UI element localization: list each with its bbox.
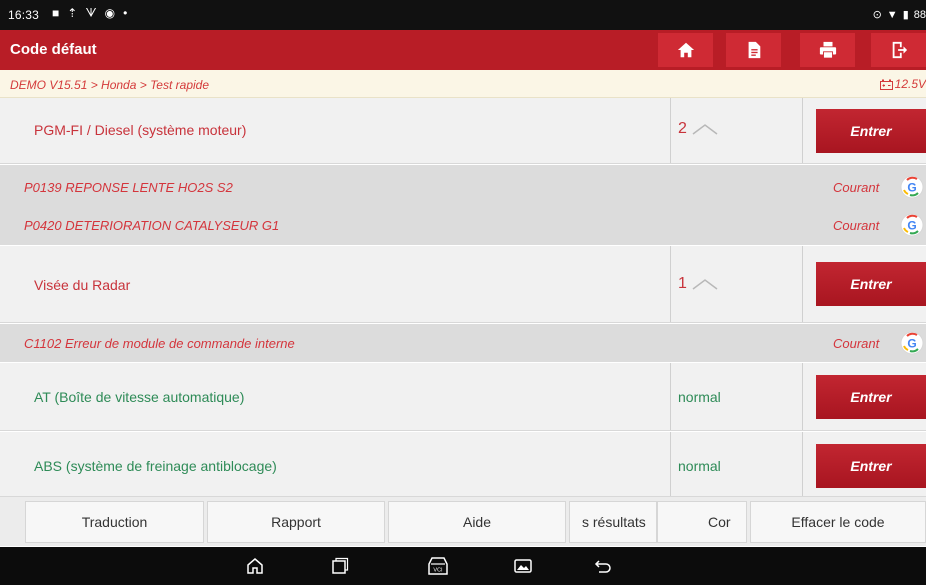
enter-button[interactable]: Entrer <box>816 444 926 488</box>
fault-row: P0420 DETERIORATION CATALYSEUR G1 Couran… <box>0 209 926 241</box>
system-status-cell: 2 <box>670 98 803 163</box>
system-status: normal <box>678 458 721 474</box>
back-icon[interactable] <box>592 555 614 577</box>
upload-notification-icon: ⇡ <box>67 6 78 20</box>
system-row: AT (Boîte de vitesse automatique) normal… <box>0 363 926 431</box>
action-bar: Traduction Rapport Aide s résultats Cor … <box>0 496 926 546</box>
system-row: Visée du Radar 1 Entrer <box>0 246 926 323</box>
status-time: 16:33 <box>8 8 40 22</box>
report-button[interactable] <box>726 33 781 67</box>
print-button[interactable] <box>800 33 855 67</box>
page-title: Code défaut <box>10 41 97 58</box>
home-button[interactable] <box>658 33 713 67</box>
voltage-indicator: 12.5V <box>879 77 926 91</box>
enter-button[interactable]: Entrer <box>816 375 926 419</box>
voltage-value: 12.5V <box>894 77 926 91</box>
system-name: Visée du Radar <box>34 277 131 293</box>
battery-level: 88 <box>913 8 926 21</box>
exit-icon <box>892 41 907 59</box>
status-bar: 16:33 ■ ⇡ ᗐ ◉ • ⊙ ▼ ▮ 88 <box>0 0 926 30</box>
google-search-icon[interactable]: G <box>899 174 926 200</box>
fault-state: Courant <box>833 218 880 233</box>
fault-code: P0139 REPONSE LENTE HO2S S2 <box>24 180 233 195</box>
fault-list: P0139 REPONSE LENTE HO2S S2 Courant G P0… <box>0 165 926 245</box>
google-search-icon[interactable]: G <box>899 330 926 356</box>
svg-text:G: G <box>907 181 916 195</box>
translation-button[interactable]: Traduction <box>25 501 204 543</box>
recent-apps-icon[interactable] <box>329 555 351 577</box>
fault-count: 2 <box>678 120 719 138</box>
breadcrumb-bar: DEMO V15.51 > Honda > Test rapide 12.5V <box>0 70 926 98</box>
battery-voltage-icon <box>879 79 893 90</box>
help-button[interactable]: Aide <box>388 501 566 543</box>
system-status: normal <box>678 389 721 405</box>
fault-count: 1 <box>678 275 719 293</box>
fault-code: P0420 DETERIORATION CATALYSEUR G1 <box>24 218 280 233</box>
screenshot-icon[interactable] <box>512 555 534 577</box>
home-nav-icon[interactable] <box>244 555 266 577</box>
system-name: ABS (système de freinage antiblocage) <box>34 458 277 474</box>
app-notification-icon: ◉ <box>104 6 116 20</box>
svg-text:G: G <box>907 337 916 351</box>
system-status-cell: normal <box>670 432 803 496</box>
fault-row: C1102 Erreur de module de commande inter… <box>0 327 926 359</box>
enter-button[interactable]: Entrer <box>816 109 926 153</box>
results-button[interactable]: s résultats <box>569 501 657 543</box>
chevron-up-icon[interactable] <box>691 277 719 291</box>
dot-notification-icon: • <box>123 6 128 20</box>
status-right: ⊙ ▼ ▮ 88 <box>872 8 926 22</box>
svg-text:VCI: VCI <box>433 568 443 574</box>
home-icon <box>677 42 694 58</box>
system-status-cell: normal <box>670 363 803 430</box>
system-row: PGM-FI / Diesel (système moteur) 2 Entre… <box>0 98 926 164</box>
chevron-up-icon[interactable] <box>691 122 719 136</box>
status-icons: ■ ⇡ ᗐ ◉ • <box>52 6 127 21</box>
vci-icon[interactable]: VCI <box>427 555 449 577</box>
app-header: Code défaut <box>0 30 926 70</box>
breadcrumb: DEMO V15.51 > Honda > Test rapide <box>10 78 210 92</box>
battery-icon: ▮ <box>902 9 909 21</box>
fault-state: Courant <box>833 336 880 351</box>
svg-text:G: G <box>907 219 916 233</box>
fault-list: C1102 Erreur de module de commande inter… <box>0 324 926 362</box>
fault-count-value: 2 <box>678 120 687 137</box>
system-name: AT (Boîte de vitesse automatique) <box>34 389 245 405</box>
fault-row: P0139 REPONSE LENTE HO2S S2 Courant G <box>0 171 926 203</box>
fault-code: C1102 Erreur de module de commande inter… <box>24 336 295 351</box>
location-icon: ⊙ <box>872 9 882 21</box>
google-search-icon[interactable]: G <box>899 212 926 238</box>
system-row: ABS (système de freinage antiblocage) no… <box>0 432 926 496</box>
exit-button[interactable] <box>871 33 926 67</box>
document-icon <box>748 41 760 59</box>
fault-count-value: 1 <box>678 275 687 292</box>
clear-code-button[interactable]: Effacer le code <box>750 501 926 543</box>
fault-state: Courant <box>833 180 880 195</box>
system-name: PGM-FI / Diesel (système moteur) <box>34 122 247 138</box>
navigation-bar: VCI <box>0 547 926 585</box>
printer-icon <box>819 41 836 59</box>
compare-button[interactable]: Cor <box>657 501 747 543</box>
report-action-button[interactable]: Rapport <box>207 501 385 543</box>
system-status-cell: 1 <box>670 246 803 322</box>
usb-notification-icon: ᗐ <box>85 6 97 20</box>
enter-button[interactable]: Entrer <box>816 262 926 306</box>
gallery-notification-icon: ■ <box>52 6 60 20</box>
wifi-icon: ▼ <box>886 8 898 21</box>
